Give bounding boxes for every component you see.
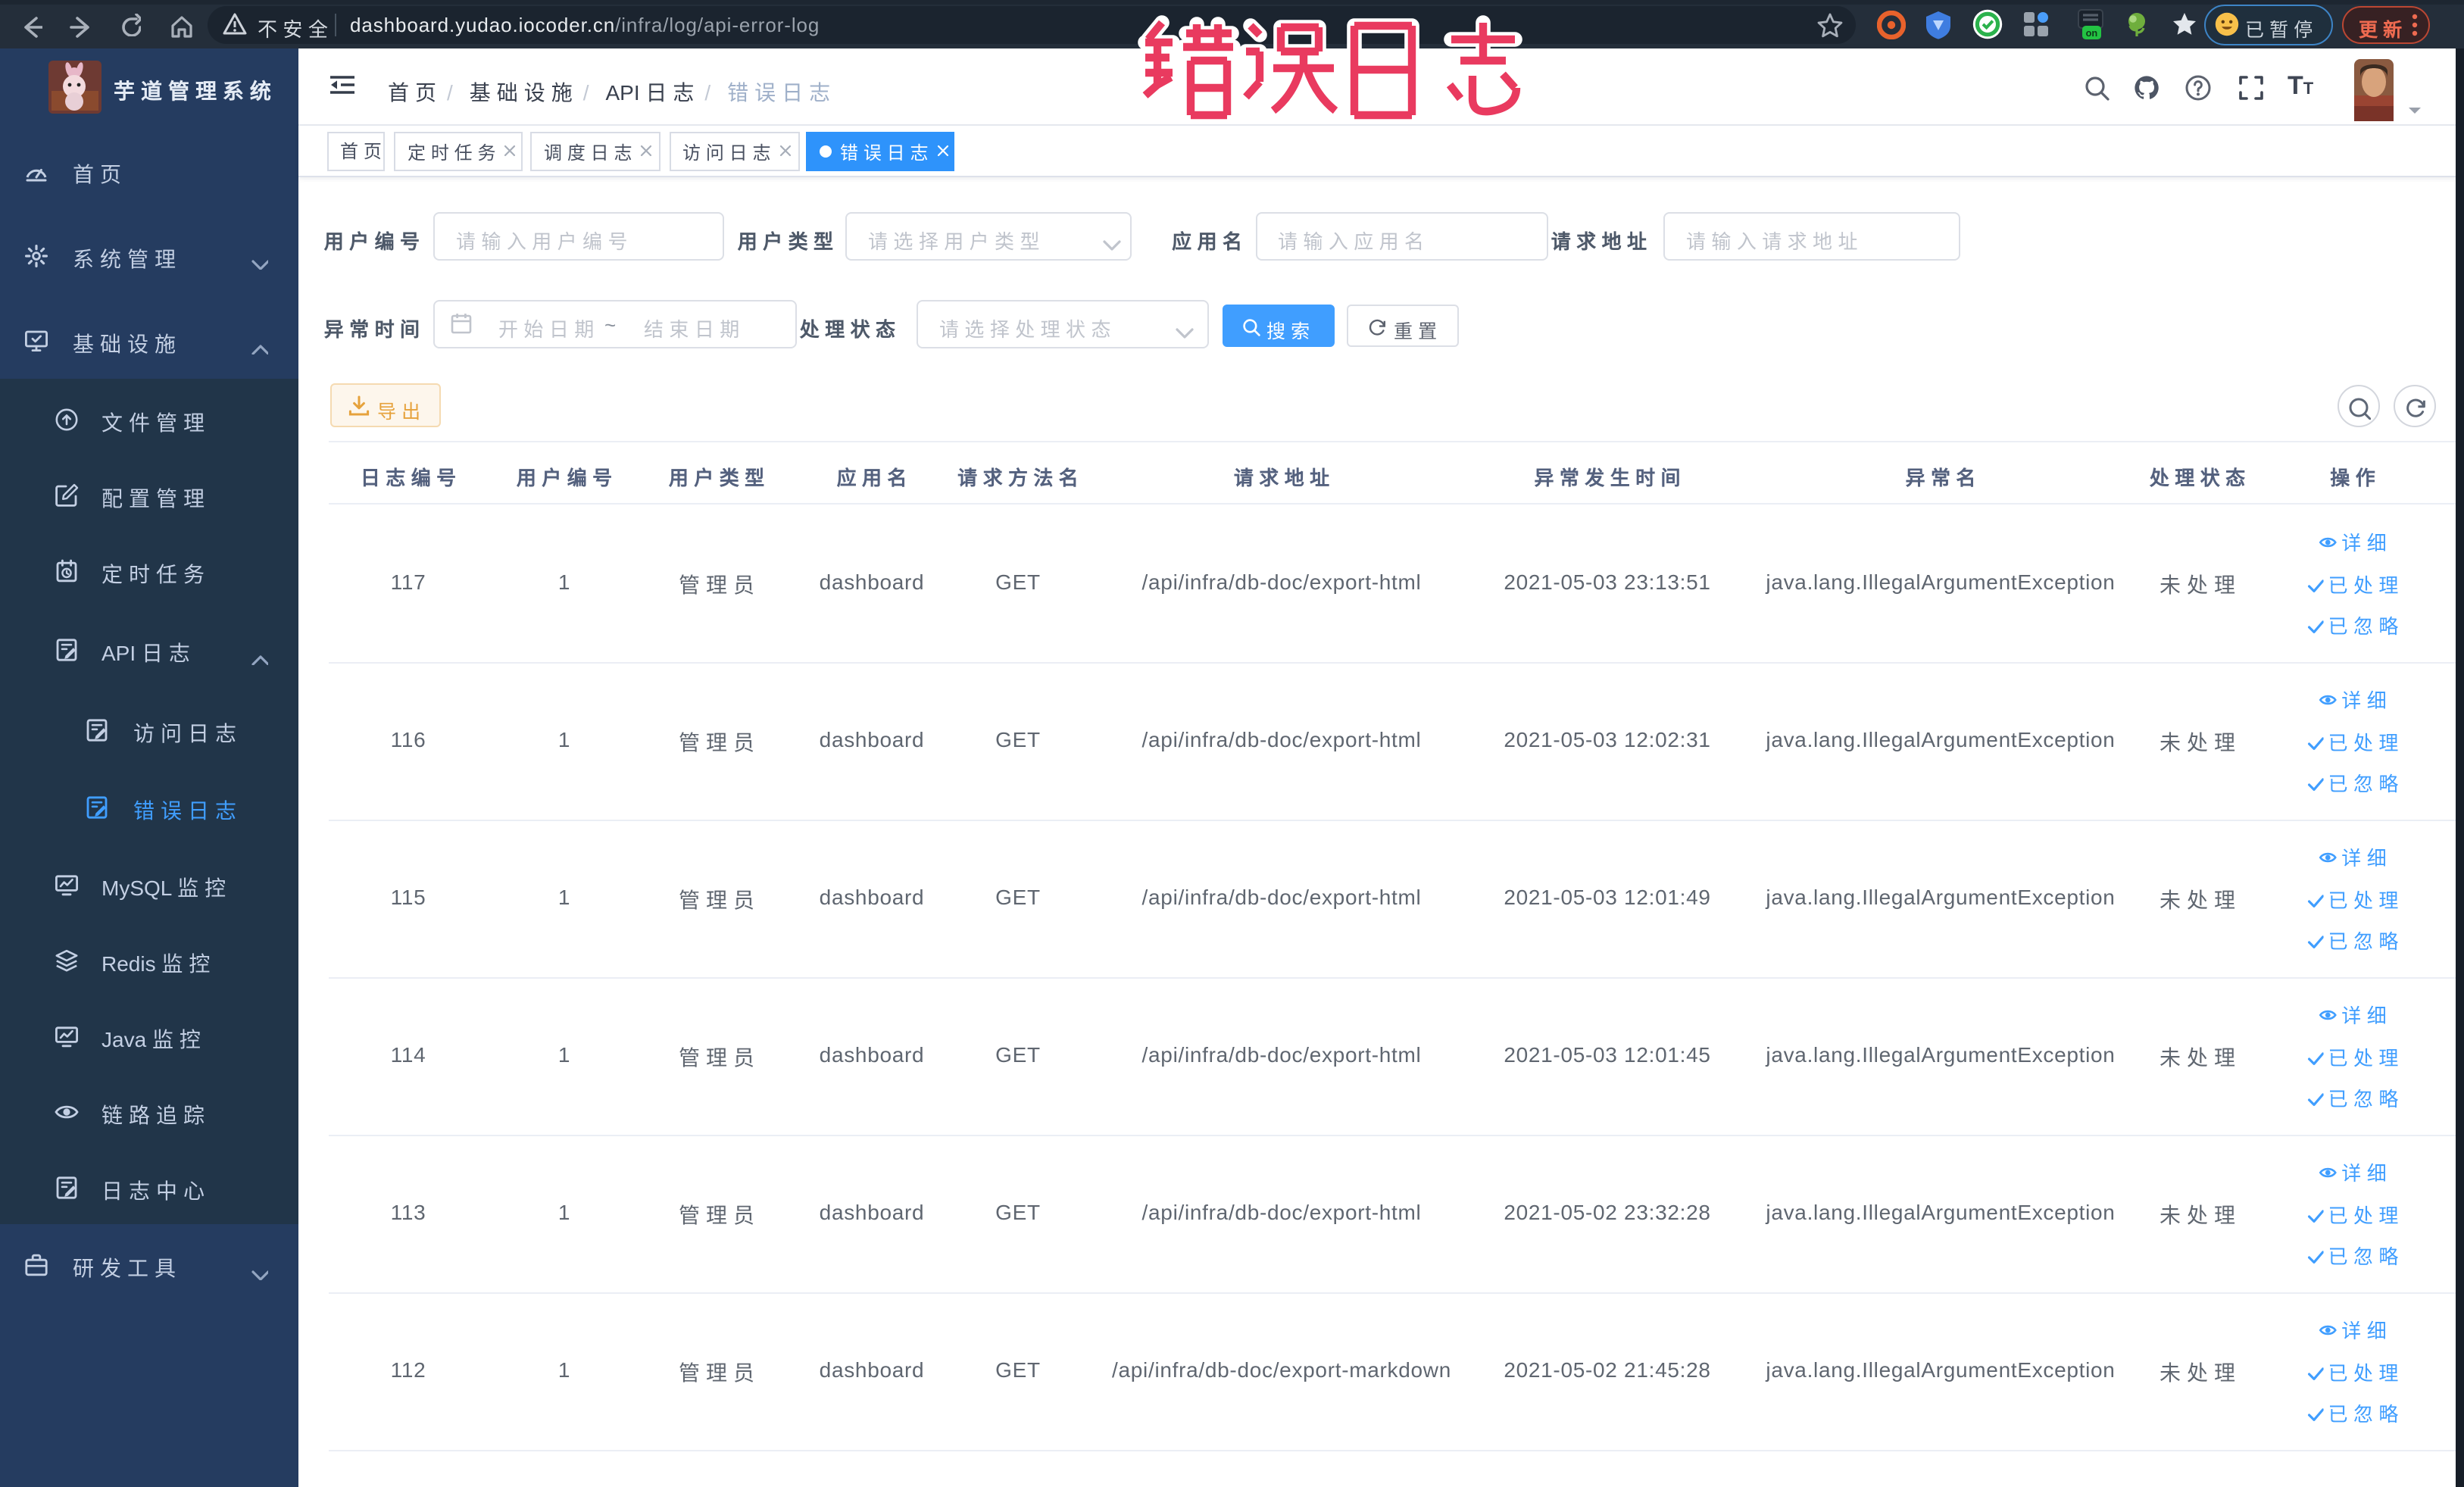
svg-text:on: on [2086,27,2098,39]
